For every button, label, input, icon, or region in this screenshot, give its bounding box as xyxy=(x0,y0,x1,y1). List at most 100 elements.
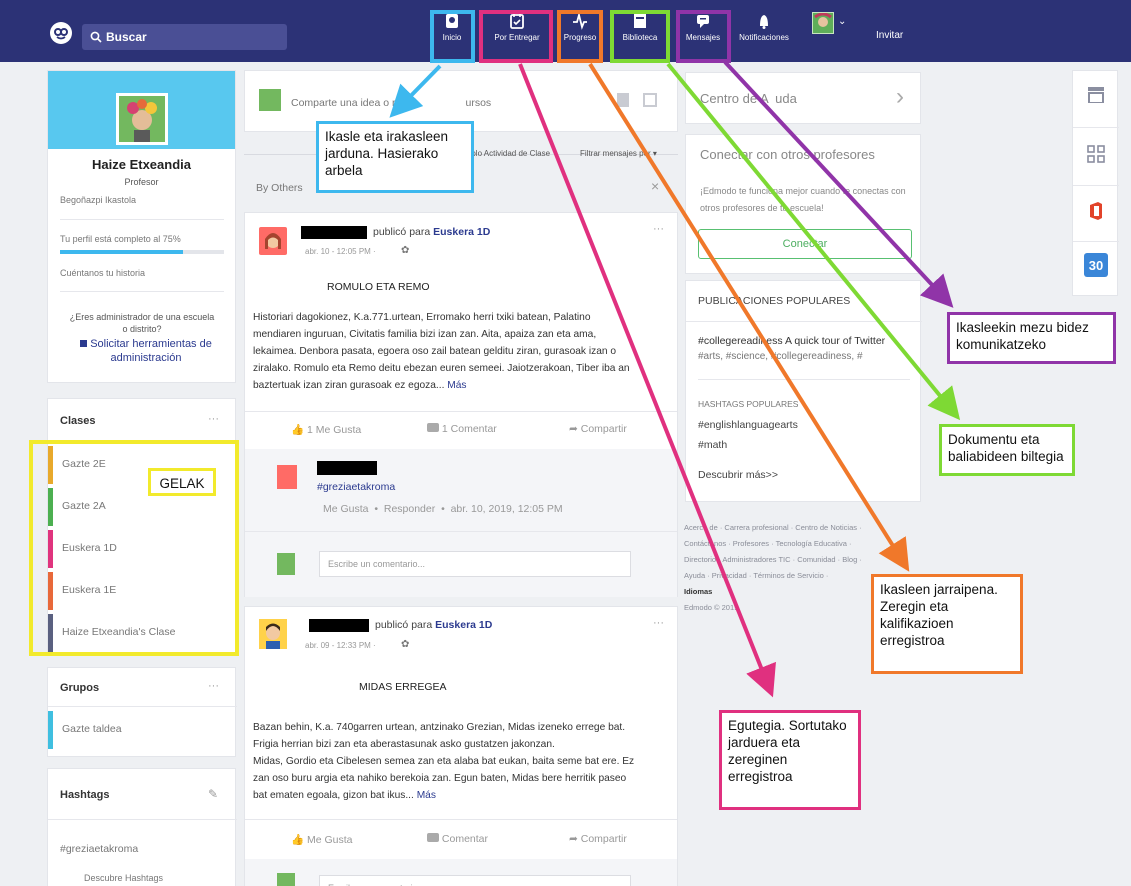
comment-label: Comentar xyxy=(441,833,489,845)
comment-input[interactable]: Escribe un comentario... xyxy=(319,551,631,577)
filter-messages-select[interactable]: Filtrar mensajes por ▾ xyxy=(580,149,657,158)
more-link[interactable]: Más xyxy=(447,380,466,391)
hashtag-item[interactable]: #greziaetakroma xyxy=(60,843,138,855)
post-target-link[interactable]: Euskera 1D xyxy=(433,226,490,238)
more-icon[interactable]: ··· xyxy=(653,617,664,629)
like-button[interactable]: 👍 1 Me Gusta xyxy=(291,423,361,436)
admin-link[interactable]: Solicitar herramientas de administración xyxy=(78,337,214,365)
attach-file-icon[interactable] xyxy=(617,93,629,107)
bell-icon xyxy=(760,15,768,29)
author-avatar[interactable] xyxy=(259,619,287,649)
store-icon[interactable] xyxy=(1087,87,1105,104)
attach-image-icon[interactable] xyxy=(643,93,657,107)
popular-post-item[interactable]: #collegereadiness A quick tour of Twitte… xyxy=(698,335,912,347)
profile-name[interactable]: Haize Etxeandia xyxy=(48,157,235,172)
like-icon: 👍 xyxy=(291,424,305,436)
post-title: MIDAS ERREGEA xyxy=(359,681,447,693)
reply-avatar[interactable] xyxy=(277,465,297,489)
admin-link-label: Solicitar herramientas de administración xyxy=(90,338,212,364)
like-button[interactable]: 👍 Me Gusta xyxy=(291,833,353,846)
redacted-author-name xyxy=(309,619,369,632)
filter-select-label: Filtrar mensajes por xyxy=(580,149,651,158)
help-center-card[interactable]: Centro de A uda › xyxy=(685,72,921,124)
annotation-mensajes: Ikasleekin mezu bidez komunikatzeko xyxy=(947,312,1116,364)
post-body-line: Midas, Gordio eta Cibelesen semea zan et… xyxy=(253,756,635,767)
reply-meta: Me Gusta • Responder • abr. 10, 2019, 12… xyxy=(323,503,563,515)
close-icon[interactable]: × xyxy=(651,178,659,194)
share-icon: ➦ xyxy=(569,833,578,845)
post-action-text: publicó para xyxy=(375,619,433,631)
composer-placeholder[interactable]: Comparte una idea o r ursos xyxy=(291,97,491,109)
language-selector[interactable]: Idiomas xyxy=(684,584,894,600)
connect-button-label: Conectar xyxy=(782,238,828,250)
more-icon[interactable]: ··· xyxy=(208,680,219,692)
footer-line[interactable]: Directorio · Administradores TIC · Comun… xyxy=(684,552,894,568)
class-activity-filter[interactable]: Solo Actividad de Clase xyxy=(466,149,550,158)
avatar xyxy=(259,89,281,111)
annotation-por-entregar: Egutegia. Sortutako jarduera eta zeregin… xyxy=(719,710,861,810)
chevron-down-icon[interactable]: ⌄ xyxy=(838,16,846,27)
search-icon xyxy=(90,30,102,48)
story-link[interactable]: Cuéntanos tu historia xyxy=(60,268,145,278)
group-item[interactable]: Gazte taldea xyxy=(48,711,235,749)
divider xyxy=(245,411,677,412)
popular-hashtag-item[interactable]: #math xyxy=(698,439,727,451)
calendar-30-icon[interactable]: 30 xyxy=(1084,253,1108,277)
comment-button[interactable]: 1 Comentar xyxy=(427,423,497,435)
more-icon[interactable]: ··· xyxy=(208,413,219,425)
divider xyxy=(60,219,224,220)
copyright: Edmodo © 2019 xyxy=(684,603,739,612)
search-input[interactable]: Buscar xyxy=(82,24,287,50)
discover-hashtags-link[interactable]: Descubre Hashtags xyxy=(84,873,163,883)
post-body-line: mendiaren inguruan, Civitatis familia bi… xyxy=(253,329,597,340)
edmodo-logo-icon[interactable] xyxy=(50,22,72,44)
connect-button[interactable]: Conectar xyxy=(698,229,912,259)
divider xyxy=(1073,127,1119,128)
annotation-gelak: GELAK xyxy=(148,468,216,496)
avatar[interactable] xyxy=(116,93,168,145)
post-action: publicó para Euskera 1D xyxy=(373,226,490,238)
footer-line[interactable]: Contáctanos · Profesores · Tecnología Ed… xyxy=(684,536,894,552)
profile-progress-fill xyxy=(60,250,183,254)
composer-placeholder-a: Comparte una idea o r xyxy=(291,97,396,109)
post-body-line: Frigia herrian bizi zan eta aberastasuna… xyxy=(253,739,555,750)
post-body-line: baztertuak izan ziran gurasoak ez egoza.… xyxy=(253,380,445,391)
reply-hashtag[interactable]: #greziaetakroma xyxy=(317,481,395,493)
popular-post-tags: #arts, #science, #collegereadiness, # xyxy=(698,351,863,362)
user-avatar-menu[interactable] xyxy=(812,12,834,34)
nav-notificaciones-label: Notificaciones xyxy=(739,33,789,42)
connect-card: Conectar con otros profesores ¡Edmodo te… xyxy=(685,134,921,274)
post-body-line: Historiari dagokionez, K.a.771.urtean, E… xyxy=(253,312,591,323)
comment-input[interactable]: Escribe un comentario... xyxy=(319,875,631,886)
invitar-link[interactable]: Invitar xyxy=(876,30,903,41)
divider xyxy=(60,291,224,292)
more-icon[interactable]: ··· xyxy=(653,223,664,235)
comment-section: Escribe un comentario... xyxy=(245,859,677,886)
annotation-inicio: Ikasle eta irakasleen jarduna. Hasierako… xyxy=(316,121,474,193)
annotation-biblioteca: Dokumentu eta baliabideen biltegia xyxy=(939,424,1075,476)
share-button[interactable]: ➦ Compartir xyxy=(569,423,627,435)
share-label: Compartir xyxy=(580,423,627,435)
footer-line[interactable]: Acerca de · Carrera profesional · Centro… xyxy=(684,520,894,536)
office-icon[interactable] xyxy=(1088,201,1104,221)
post-target-link[interactable]: Euskera 1D xyxy=(435,619,492,631)
post-action-text: publicó para xyxy=(373,226,431,238)
tools-sidebar: 30 xyxy=(1072,70,1119,296)
help-center-label: Centro de A uda xyxy=(700,91,797,106)
profile-progress-track xyxy=(60,250,224,254)
apps-icon[interactable] xyxy=(1087,145,1105,163)
footer-line[interactable]: Ayuda · Privacidad · Términos de Servici… xyxy=(684,568,894,584)
share-button[interactable]: ➦ Compartir xyxy=(569,833,627,845)
connect-text: ¡Edmodo te funciona mejor cuando te cone… xyxy=(700,186,906,213)
discover-more-link[interactable]: Descubrir más>> xyxy=(698,469,778,481)
post-time: abr. 10 - 12:05 PM · xyxy=(305,247,376,256)
pencil-icon[interactable]: ✎ xyxy=(208,787,218,801)
groups-card: Grupos ··· Gazte taldea xyxy=(47,667,237,757)
author-avatar[interactable] xyxy=(259,227,287,255)
more-link[interactable]: Más xyxy=(417,790,436,801)
post-action: publicó para Euskera 1D xyxy=(375,619,492,631)
share-label: Compartir xyxy=(580,833,627,845)
nav-notificaciones[interactable]: Notificaciones xyxy=(734,4,794,56)
popular-hashtag-item[interactable]: #englishlanguagearts xyxy=(698,419,798,431)
comment-button[interactable]: Comentar xyxy=(427,833,488,845)
